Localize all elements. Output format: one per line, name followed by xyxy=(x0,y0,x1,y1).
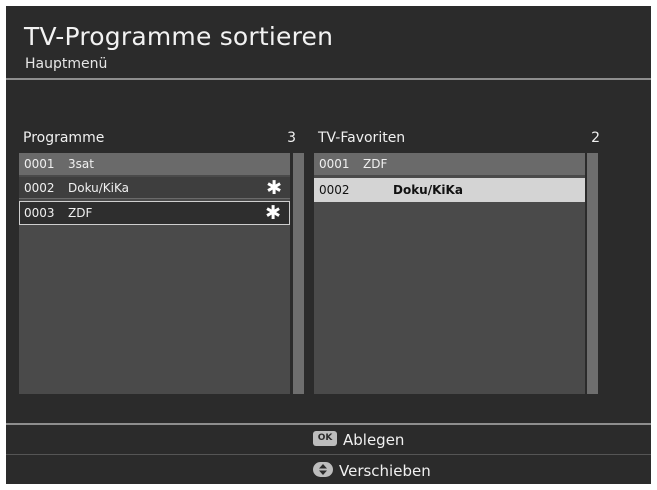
favorites-list-title: TV-Favoriten xyxy=(318,130,406,146)
programme-number: 0001 xyxy=(24,157,55,171)
programme-scrollbar[interactable] xyxy=(293,153,304,394)
ok-hint[interactable]: OK Ablegen xyxy=(313,430,404,450)
programme-list[interactable]: 0001 3sat 0002 Doku/KiKa ✱ 0003 ZDF ✱ xyxy=(19,153,290,394)
programme-list-count: 3 xyxy=(287,130,296,146)
favorite-name: ZDF xyxy=(363,157,388,171)
favorite-row-selected[interactable]: 0002 Doku/KiKa xyxy=(314,178,585,202)
programme-list-title: Programme xyxy=(23,130,105,146)
up-down-arrows-icon xyxy=(313,462,333,477)
asterisk-icon: ✱ xyxy=(266,177,282,199)
favorite-number: 0002 xyxy=(319,183,350,197)
programme-row[interactable]: 0002 Doku/KiKa ✱ xyxy=(19,177,290,199)
programme-name: Doku/KiKa xyxy=(68,181,130,195)
favorite-name: Doku/KiKa xyxy=(393,183,463,197)
programme-name: ZDF xyxy=(68,206,93,220)
footer-divider xyxy=(6,423,651,425)
programme-number: 0002 xyxy=(24,181,55,195)
page-title: TV-Programme sortieren xyxy=(24,22,334,51)
programme-number: 0003 xyxy=(24,206,55,220)
move-hint-label: Verschieben xyxy=(339,461,431,480)
tv-sort-screen: TV-Programme sortieren Hauptmenü Program… xyxy=(6,6,651,484)
favorite-row[interactable]: 0001 ZDF xyxy=(314,153,585,175)
asterisk-icon: ✱ xyxy=(265,202,281,224)
ok-button-icon: OK xyxy=(313,431,337,446)
programme-row-focused[interactable]: 0003 ZDF ✱ xyxy=(19,201,290,225)
favorites-scrollbar[interactable] xyxy=(587,153,598,394)
footer-separator xyxy=(6,454,651,455)
favorites-list[interactable]: 0001 ZDF 0002 Doku/KiKa xyxy=(314,153,585,394)
move-hint[interactable]: Verschieben xyxy=(313,461,431,481)
header-divider xyxy=(6,78,651,80)
programme-name: 3sat xyxy=(68,157,94,171)
ok-hint-label: Ablegen xyxy=(343,430,405,449)
favorites-list-count: 2 xyxy=(591,130,600,146)
breadcrumb: Hauptmenü xyxy=(25,56,108,72)
programme-row[interactable]: 0001 3sat xyxy=(19,153,290,175)
favorite-number: 0001 xyxy=(319,157,350,171)
